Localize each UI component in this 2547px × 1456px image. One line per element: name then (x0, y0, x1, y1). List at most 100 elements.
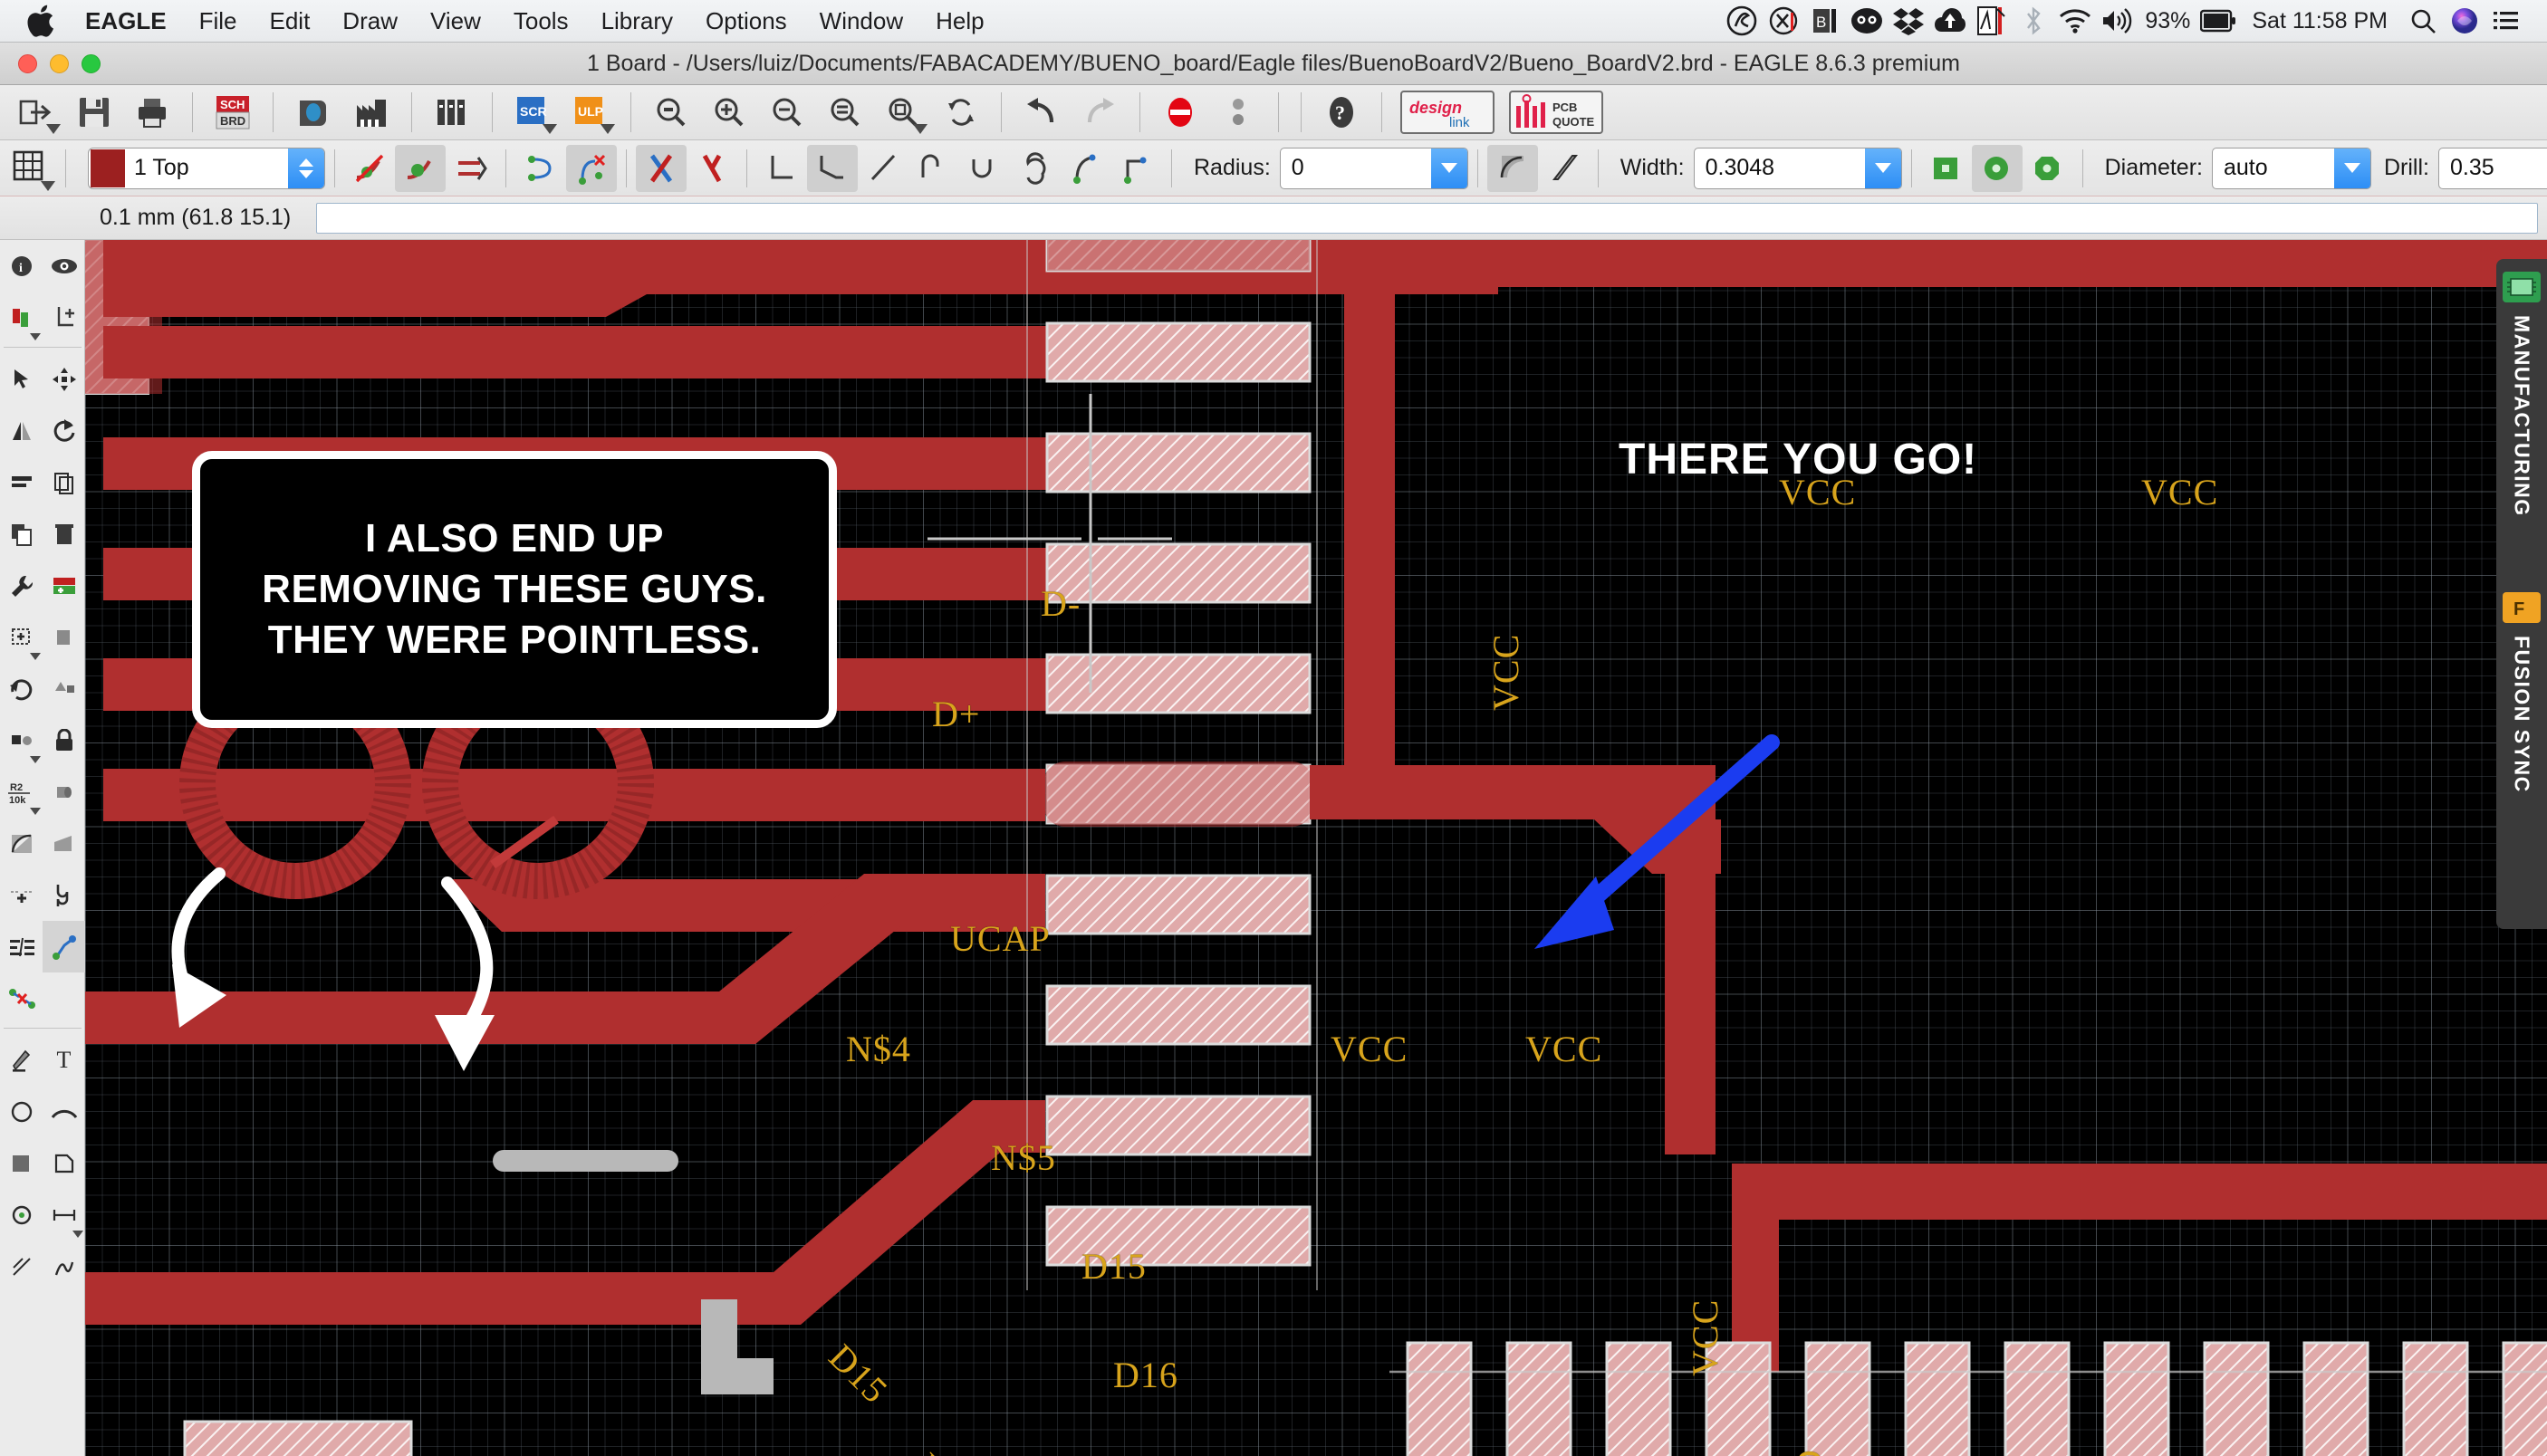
cut-icon[interactable] (43, 456, 85, 508)
snap-icon[interactable] (446, 145, 496, 192)
package-icon[interactable] (43, 663, 85, 714)
miter-round-icon[interactable] (1486, 144, 1538, 192)
loop-delete-icon[interactable] (566, 144, 617, 192)
menu-draw[interactable]: Draw (326, 0, 414, 43)
print-button[interactable] (123, 87, 181, 138)
library-manager-button[interactable] (423, 87, 481, 138)
menu-window[interactable]: Window (803, 0, 919, 43)
rotate-icon[interactable] (43, 405, 85, 456)
meander-icon[interactable] (0, 818, 43, 869)
sidebar-tab-fusion-sync[interactable]: F FUSION SYNC (2496, 580, 2547, 929)
grid-snap-icon[interactable] (0, 1240, 43, 1292)
more-options-button[interactable] (1209, 87, 1267, 138)
menu-edit[interactable]: Edit (253, 0, 326, 43)
move-icon[interactable] (43, 353, 85, 405)
chevron-down-icon[interactable] (543, 124, 557, 134)
redo-button[interactable] (1071, 87, 1129, 138)
dimension-icon[interactable] (43, 1189, 85, 1240)
drill-combo[interactable]: 0.35 (2438, 147, 2547, 189)
hole-icon[interactable] (0, 1189, 43, 1240)
copy-icon[interactable] (0, 508, 43, 560)
chevron-down-icon[interactable] (72, 1231, 83, 1238)
pcb-canvas[interactable]: VCCVCCD-D-D+VCCUCAPN$4VCCVCCN$5D15D16D15… (85, 240, 2547, 1456)
diameter-combo[interactable]: auto (2212, 147, 2371, 189)
layer-stepper[interactable] (288, 148, 324, 188)
notification-center-icon[interactable] (2485, 0, 2527, 43)
align-icon[interactable] (0, 921, 43, 972)
command-input[interactable] (316, 202, 2538, 234)
smash-icon[interactable] (0, 714, 43, 766)
save-button[interactable] (65, 87, 123, 138)
zoom-in-button[interactable] (700, 87, 758, 138)
cloud-upload-icon[interactable] (1929, 0, 1971, 43)
arc-right-icon[interactable] (959, 145, 1010, 192)
chevron-down-icon[interactable] (30, 808, 41, 815)
zoom-fit-button[interactable] (642, 87, 700, 138)
chevron-down-icon[interactable] (30, 756, 41, 763)
chevron-down-icon[interactable] (2334, 148, 2370, 188)
volume-icon[interactable] (2096, 0, 2138, 43)
polygon-shape-icon[interactable] (43, 1137, 85, 1189)
route-snake-icon[interactable] (43, 869, 85, 921)
pad-octagon-icon[interactable] (2023, 145, 2073, 192)
bluetooth-icon[interactable] (2013, 0, 2054, 43)
mirror-icon[interactable] (0, 405, 43, 456)
curve-down-icon[interactable] (1111, 145, 1162, 192)
grid-icon[interactable] (5, 145, 56, 192)
search-icon[interactable] (2402, 0, 2444, 43)
apple-logo-icon[interactable] (25, 3, 56, 39)
manufacturing-preview-button[interactable] (342, 87, 400, 138)
pad-round-icon[interactable] (1971, 144, 2023, 192)
width-combo[interactable]: 0.3048 (1693, 147, 1902, 189)
via-icon[interactable] (43, 766, 85, 818)
zoom-out-button[interactable] (758, 87, 816, 138)
text-icon[interactable]: T (43, 1034, 85, 1086)
chevron-down-icon[interactable] (913, 124, 927, 134)
value-r2-icon[interactable]: R2 10k (0, 766, 43, 818)
tools-red-icon[interactable] (1971, 0, 2013, 43)
curve-up-icon[interactable] (1061, 145, 1111, 192)
open-file-button[interactable] (7, 87, 65, 138)
xcode-icon[interactable] (1763, 0, 1804, 43)
run-ulp-button[interactable]: ULP (562, 87, 620, 138)
ratsnest-plus-icon[interactable] (0, 869, 43, 921)
pcb-quote-button[interactable]: PCB QUOTE (1509, 91, 1603, 134)
zoom-fit-all-button[interactable] (816, 87, 874, 138)
show-eye-icon[interactable] (43, 240, 85, 292)
cam-processor-button[interactable] (284, 87, 342, 138)
redraw-button[interactable] (932, 87, 990, 138)
zoom-select-button[interactable] (874, 87, 932, 138)
replace-icon[interactable] (0, 611, 43, 663)
chevron-down-icon[interactable] (1864, 148, 1901, 188)
rect-icon[interactable] (0, 1137, 43, 1189)
menu-app-name[interactable]: EAGLE (80, 0, 183, 43)
menu-bar-clock[interactable]: Sat 11:58 PM (2239, 8, 2402, 34)
circle-icon[interactable] (0, 1086, 43, 1137)
arduino-icon[interactable] (1846, 0, 1888, 43)
group-select-icon[interactable] (0, 353, 43, 405)
layer-select[interactable]: 1 Top (88, 147, 325, 189)
close-window-button[interactable] (18, 54, 37, 73)
dropbox-icon[interactable] (1888, 0, 1929, 43)
cross-dark-icon[interactable] (687, 145, 737, 192)
battery-icon[interactable] (2197, 0, 2239, 43)
radius-combo[interactable]: 0 (1279, 147, 1468, 189)
lock-icon[interactable] (43, 714, 85, 766)
info-icon[interactable]: i (0, 240, 43, 292)
ripup-net-icon[interactable] (0, 972, 43, 1024)
display-layers-icon[interactable] (0, 292, 43, 343)
no-miter-icon[interactable] (344, 145, 395, 192)
wifi-icon[interactable] (2054, 0, 2096, 43)
run-script-button[interactable]: SCR (504, 87, 562, 138)
update-icon[interactable] (43, 611, 85, 663)
cross-red-icon[interactable] (636, 144, 687, 192)
delete-icon[interactable] (43, 508, 85, 560)
minimize-window-button[interactable] (50, 54, 69, 73)
s-bend-icon[interactable] (1010, 145, 1061, 192)
maximize-window-button[interactable] (82, 54, 101, 73)
chevron-down-icon[interactable] (601, 124, 615, 134)
chevron-down-icon[interactable] (30, 653, 41, 660)
bend-free-icon[interactable] (858, 145, 908, 192)
pad-square-icon[interactable] (1921, 145, 1972, 192)
menu-library[interactable]: Library (585, 0, 689, 43)
